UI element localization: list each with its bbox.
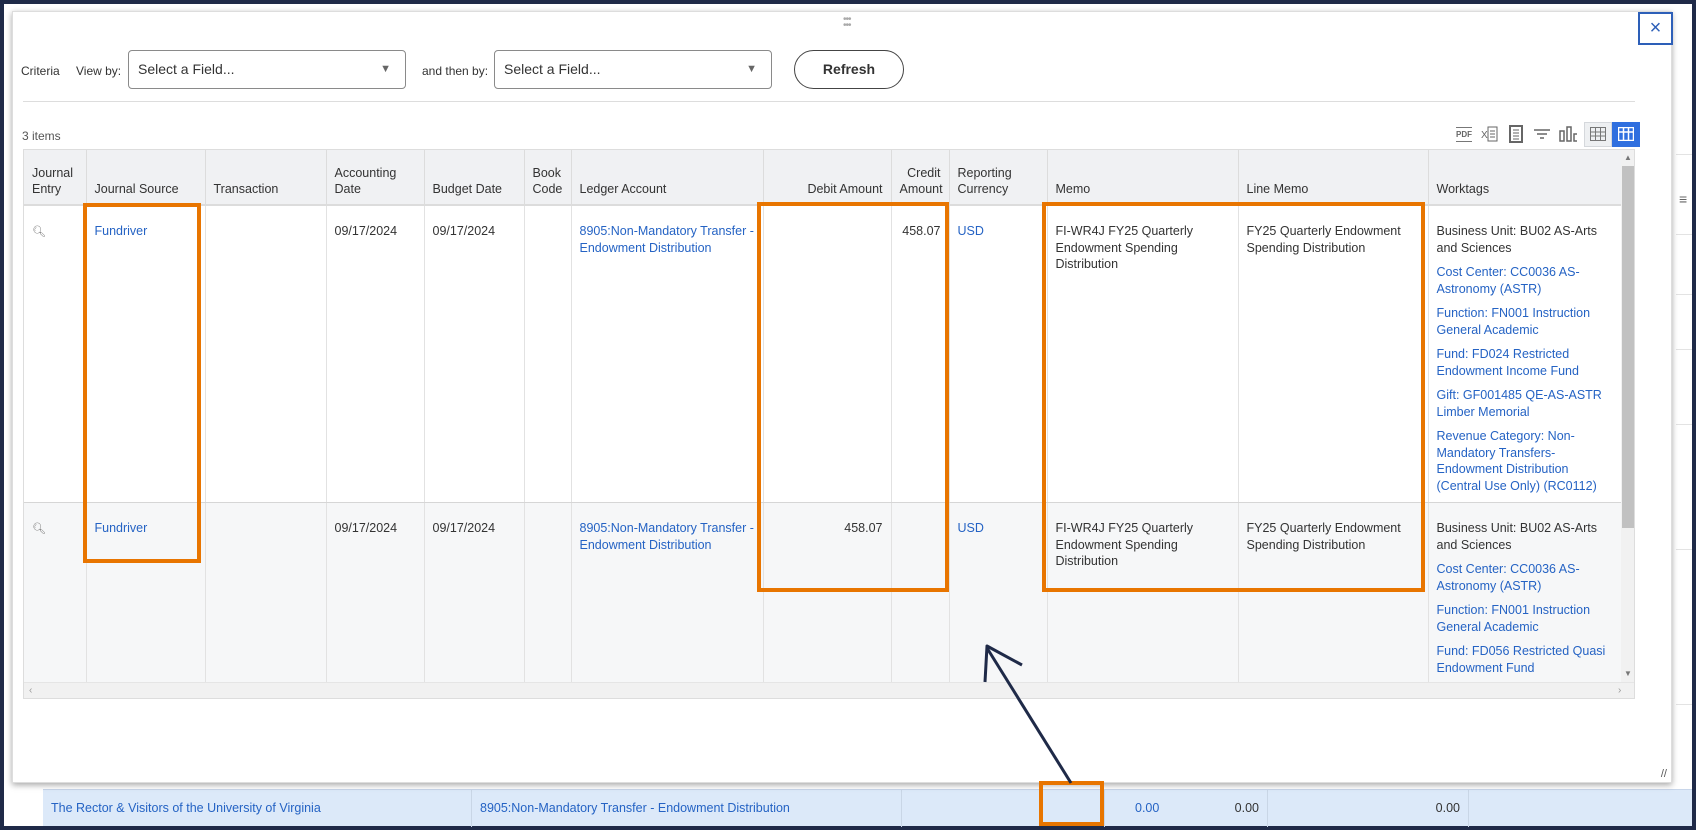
column-header[interactable]: Book Code [524,150,572,206]
bg-row-divider [1676,549,1692,550]
column-header[interactable]: Transaction [205,150,327,206]
book-code-cell [524,502,572,682]
ledger-account-link[interactable]: 8905:Non-Mandatory Transfer - Endowment … [580,224,754,255]
accounting-date-value: 09/17/2024 [334,521,398,535]
column-header[interactable]: Ledger Account [571,150,764,206]
book-code-cell [524,205,572,503]
scroll-up-icon[interactable]: ▲ [1624,153,1632,162]
amount-value: 0.00 [1234,801,1259,815]
ledger-account-link[interactable]: 8905:Non-Mandatory Transfer - Endowment … [471,790,901,827]
vertical-scrollbar[interactable]: ▲ ▼ [1621,150,1634,682]
amount-value: 0.00 [1267,790,1468,827]
accounting-date-cell: 09/17/2024 [326,502,425,682]
journal-entry-cell: 🔍︎ [24,502,87,682]
reporting-currency-link[interactable]: USD [958,224,984,238]
column-header[interactable]: Memo [1047,150,1239,206]
budget-date-cell: 09/17/2024 [424,502,525,682]
worktag[interactable]: Cost Center: CC0036 AS-Astronomy (ASTR) [1437,264,1613,297]
annotation-box-bottom-amount [1039,781,1104,826]
svg-text:X: X [1481,130,1488,141]
search-icon[interactable]: 🔍︎ [32,523,46,535]
accounting-date-cell: 09/17/2024 [326,205,425,503]
journal-entry-cell: 🔍︎ [24,205,87,503]
scroll-down-icon[interactable]: ▼ [1624,669,1632,678]
worktag: Business Unit: BU02 AS-Arts and Sciences [1436,521,1597,552]
ledger-account-cell: 8905:Non-Mandatory Transfer - Endowment … [571,502,764,682]
highlighted-table-row[interactable]: The Rector & Visitors of the University … [43,789,1692,827]
worktag[interactable]: Function: FN001 Instruction General Acad… [1437,305,1613,338]
bg-row-divider [1676,294,1692,295]
refresh-button[interactable]: Refresh [794,50,904,89]
worktags-cell: Business Unit: BU02 AS-Arts and Sciences… [1428,502,1621,682]
view-by-value: Select a Field... [138,61,235,77]
pdf-export-icon[interactable]: PDF [1454,123,1474,145]
column-header[interactable]: Accounting Date [326,150,425,206]
table-header-row: Journal Entry Journal Source Transaction Ac… [24,150,1621,206]
column-chooser-icon[interactable] [1506,123,1526,145]
then-by-select[interactable]: Select a Field... ▼ [494,50,772,89]
bg-row-divider [1676,154,1692,155]
chart-icon[interactable] [1558,123,1578,145]
reporting-currency-cell: USD [949,502,1048,682]
bg-row-divider [1676,424,1692,425]
table-toolbar: PDF X [1454,121,1640,147]
annotation-box-memos [1042,202,1425,592]
then-by-label: and then by: [422,64,489,78]
then-by-value: Select a Field... [504,61,601,77]
column-header[interactable]: Reporting Currency [949,150,1048,206]
close-button[interactable]: × [1638,12,1673,45]
chevron-down-icon: ▼ [380,63,391,75]
transaction-cell [205,205,327,503]
transaction-cell [205,502,327,682]
worktag[interactable]: Fund: FD056 Restricted Quasi Endowment F… [1437,643,1613,676]
ledger-account-link[interactable]: 8905:Non-Mandatory Transfer - Endowment … [580,521,754,552]
empty-cell [1468,790,1692,827]
filter-icon[interactable]: ≡ [1679,191,1695,207]
scroll-left-icon[interactable]: ‹ [29,685,32,696]
grid-view-icon[interactable] [1612,121,1640,147]
worktag[interactable]: Revenue Category: Non-Mandatory Transfer… [1437,428,1613,494]
chevron-down-icon: ▼ [746,63,757,75]
budget-date-value: 09/17/2024 [432,521,496,535]
item-count: 3 items [22,129,61,143]
scrollbar-thumb[interactable] [1622,166,1634,528]
annotation-box-amounts [757,202,949,592]
column-header[interactable]: Journal Entry [24,150,87,206]
column-header[interactable]: Credit Amount [891,150,950,206]
view-by-label: View by: [76,64,122,78]
bg-row-divider [1676,234,1692,235]
horizontal-scrollbar[interactable]: ‹ › [24,682,1634,698]
resize-handle-icon[interactable]: // [1661,768,1667,780]
view-by-select[interactable]: Select a Field... ▼ [128,50,406,89]
accounting-date-value: 09/17/2024 [334,224,398,238]
bg-row-divider [1676,704,1692,705]
company-link[interactable]: The Rector & Visitors of the University … [43,790,471,827]
worktag[interactable]: Fund: FD024 Restricted Endowment Income … [1437,346,1613,379]
column-header[interactable]: Journal Source [86,150,206,206]
worktag[interactable]: Cost Center: CC0036 AS-Astronomy (ASTR) [1437,561,1613,594]
search-icon[interactable]: 🔍︎ [32,226,46,238]
annotation-box-journal-source [83,203,201,563]
reporting-currency-link[interactable]: USD [958,521,984,535]
worktag: Business Unit: BU02 AS-Arts and Sciences [1436,224,1597,255]
worktag[interactable]: Gift: GF001485 QE-AS-ASTR Limber Memoria… [1437,387,1613,420]
bg-row-divider [1676,349,1692,350]
filter-icon[interactable] [1532,123,1552,145]
column-header[interactable]: Budget Date [424,150,525,206]
reporting-currency-cell: USD [949,205,1048,503]
ledger-account-cell: 8905:Non-Mandatory Transfer - Endowment … [571,205,764,503]
column-header[interactable]: Line Memo [1238,150,1429,206]
drag-handle-icon[interactable]: ••• ••• [843,15,851,31]
divider [23,101,1635,102]
budget-date-cell: 09/17/2024 [424,205,525,503]
worktag[interactable]: Function: FN001 Instruction General Acad… [1437,602,1613,635]
scroll-right-icon[interactable]: › [1618,685,1621,696]
table-view-icon[interactable] [1584,121,1612,147]
worktags-cell: Business Unit: BU02 AS-Arts and Sciences… [1428,205,1621,503]
column-header[interactable]: Worktags [1428,150,1621,206]
budget-date-value: 09/17/2024 [432,224,496,238]
column-header[interactable]: Debit Amount [763,150,892,206]
excel-export-icon[interactable]: X [1480,123,1500,145]
criteria-label: Criteria [21,64,60,78]
